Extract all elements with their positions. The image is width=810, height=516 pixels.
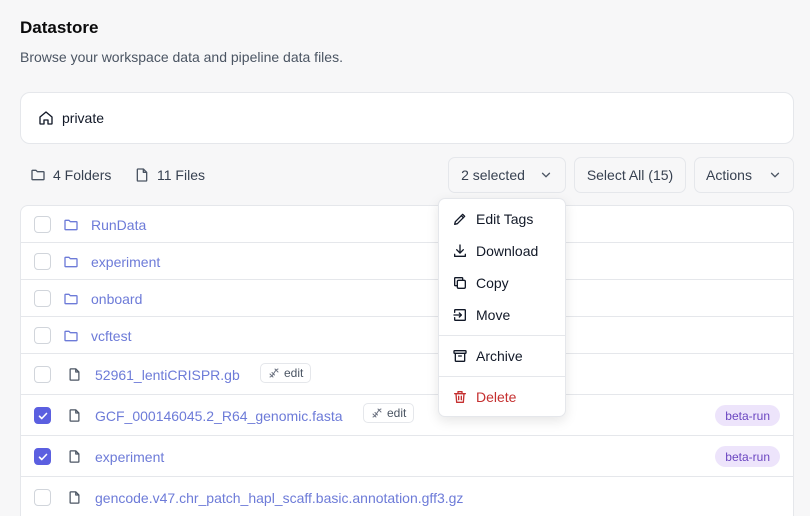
- row-checkbox[interactable]: [34, 448, 51, 465]
- table-row[interactable]: experiment beta-run: [21, 436, 793, 477]
- menu-item-label: Copy: [476, 275, 509, 291]
- menu-item-archive[interactable]: Archive: [439, 341, 565, 371]
- actions-label: Actions: [706, 167, 752, 183]
- actions-button[interactable]: Actions: [694, 157, 794, 193]
- row-name-link[interactable]: GCF_000146045.2_R64_genomic.fasta: [95, 408, 343, 424]
- menu-item-label: Download: [476, 243, 539, 259]
- selection-dropdown-label: 2 selected: [461, 167, 525, 183]
- file-table: RunData experiment onboard vcftest 52961…: [20, 205, 794, 516]
- row-checkbox[interactable]: [34, 327, 51, 344]
- menu-item-label: Archive: [476, 348, 523, 364]
- row-name-link[interactable]: vcftest: [91, 328, 131, 344]
- archive-icon: [452, 348, 468, 364]
- folder-icon: [30, 167, 46, 183]
- table-row[interactable]: vcftest: [21, 317, 793, 354]
- row-name-link[interactable]: gencode.v47.chr_patch_hapl_scaff.basic.a…: [95, 490, 463, 506]
- home-icon[interactable]: [38, 110, 54, 126]
- row-checkbox[interactable]: [34, 290, 51, 307]
- file-count-label: 11 Files: [157, 167, 205, 183]
- selection-dropdown-button[interactable]: 2 selected: [448, 157, 566, 193]
- chevron-down-icon: [768, 168, 782, 182]
- download-icon: [452, 243, 468, 259]
- folder-count: 4 Folders: [30, 157, 111, 193]
- row-checkbox[interactable]: [34, 366, 51, 383]
- file-icon: [67, 449, 82, 464]
- checkmark-icon: [38, 412, 47, 419]
- folder-icon: [63, 217, 79, 233]
- folder-icon: [63, 291, 79, 307]
- table-row[interactable]: gencode.v47.chr_patch_hapl_scaff.basic.a…: [21, 477, 793, 516]
- checkmark-icon: [38, 453, 47, 460]
- select-all-label: Select All (15): [586, 167, 674, 183]
- edit-sequence-button[interactable]: edit: [260, 363, 312, 383]
- tag-badge[interactable]: beta-run: [715, 405, 780, 426]
- dna-icon: [371, 407, 383, 419]
- row-checkbox[interactable]: [34, 216, 51, 233]
- folder-icon: [63, 328, 79, 344]
- copy-icon: [452, 275, 468, 291]
- edit-label: edit: [284, 366, 304, 380]
- menu-divider: [439, 335, 565, 336]
- row-name-link[interactable]: RunData: [91, 217, 146, 233]
- edit-sequence-button[interactable]: edit: [363, 403, 415, 423]
- page-title: Datastore: [20, 18, 99, 37]
- menu-divider: [439, 376, 565, 377]
- trash-icon: [452, 389, 468, 405]
- row-name-link[interactable]: experiment: [91, 254, 160, 270]
- file-icon: [67, 408, 82, 423]
- select-all-button[interactable]: Select All (15): [574, 157, 686, 193]
- table-row[interactable]: 52961_lentiCRISPR.gb edit: [21, 354, 793, 395]
- row-name-link[interactable]: onboard: [91, 291, 142, 307]
- chevron-down-icon: [539, 168, 553, 182]
- row-name-link[interactable]: experiment: [95, 449, 164, 465]
- tag-badge[interactable]: beta-run: [715, 446, 780, 467]
- row-checkbox[interactable]: [34, 253, 51, 270]
- menu-item-delete[interactable]: Delete: [439, 382, 565, 412]
- menu-item-copy[interactable]: Copy: [439, 268, 565, 298]
- row-checkbox[interactable]: [34, 407, 51, 424]
- breadcrumb-item-private[interactable]: private: [62, 110, 104, 126]
- move-icon: [452, 307, 468, 323]
- file-icon: [67, 490, 82, 505]
- menu-item-move[interactable]: Move: [439, 300, 565, 330]
- folder-icon: [63, 254, 79, 270]
- file-icon: [134, 167, 150, 183]
- dna-icon: [268, 367, 280, 379]
- breadcrumb: private: [20, 92, 794, 144]
- menu-item-edit-tags[interactable]: Edit Tags: [439, 204, 565, 234]
- row-checkbox[interactable]: [34, 489, 51, 506]
- table-row[interactable]: experiment: [21, 243, 793, 280]
- edit-label: edit: [387, 406, 407, 420]
- file-icon: [67, 367, 82, 382]
- table-row[interactable]: RunData: [21, 206, 793, 243]
- menu-item-label: Edit Tags: [476, 211, 534, 227]
- table-row[interactable]: onboard: [21, 280, 793, 317]
- folder-count-label: 4 Folders: [53, 167, 112, 183]
- pencil-icon: [452, 211, 468, 227]
- table-row[interactable]: GCF_000146045.2_R64_genomic.fasta edit b…: [21, 395, 793, 436]
- file-count: 11 Files: [134, 157, 205, 193]
- menu-item-download[interactable]: Download: [439, 236, 565, 266]
- menu-item-label: Move: [476, 307, 511, 323]
- menu-item-label: Delete: [476, 389, 517, 405]
- selection-dropdown-menu: Edit Tags Download Copy Move Archive Del…: [438, 198, 566, 417]
- page-subtitle: Browse your workspace data and pipeline …: [20, 49, 343, 65]
- row-name-link[interactable]: 52961_lentiCRISPR.gb: [95, 367, 240, 383]
